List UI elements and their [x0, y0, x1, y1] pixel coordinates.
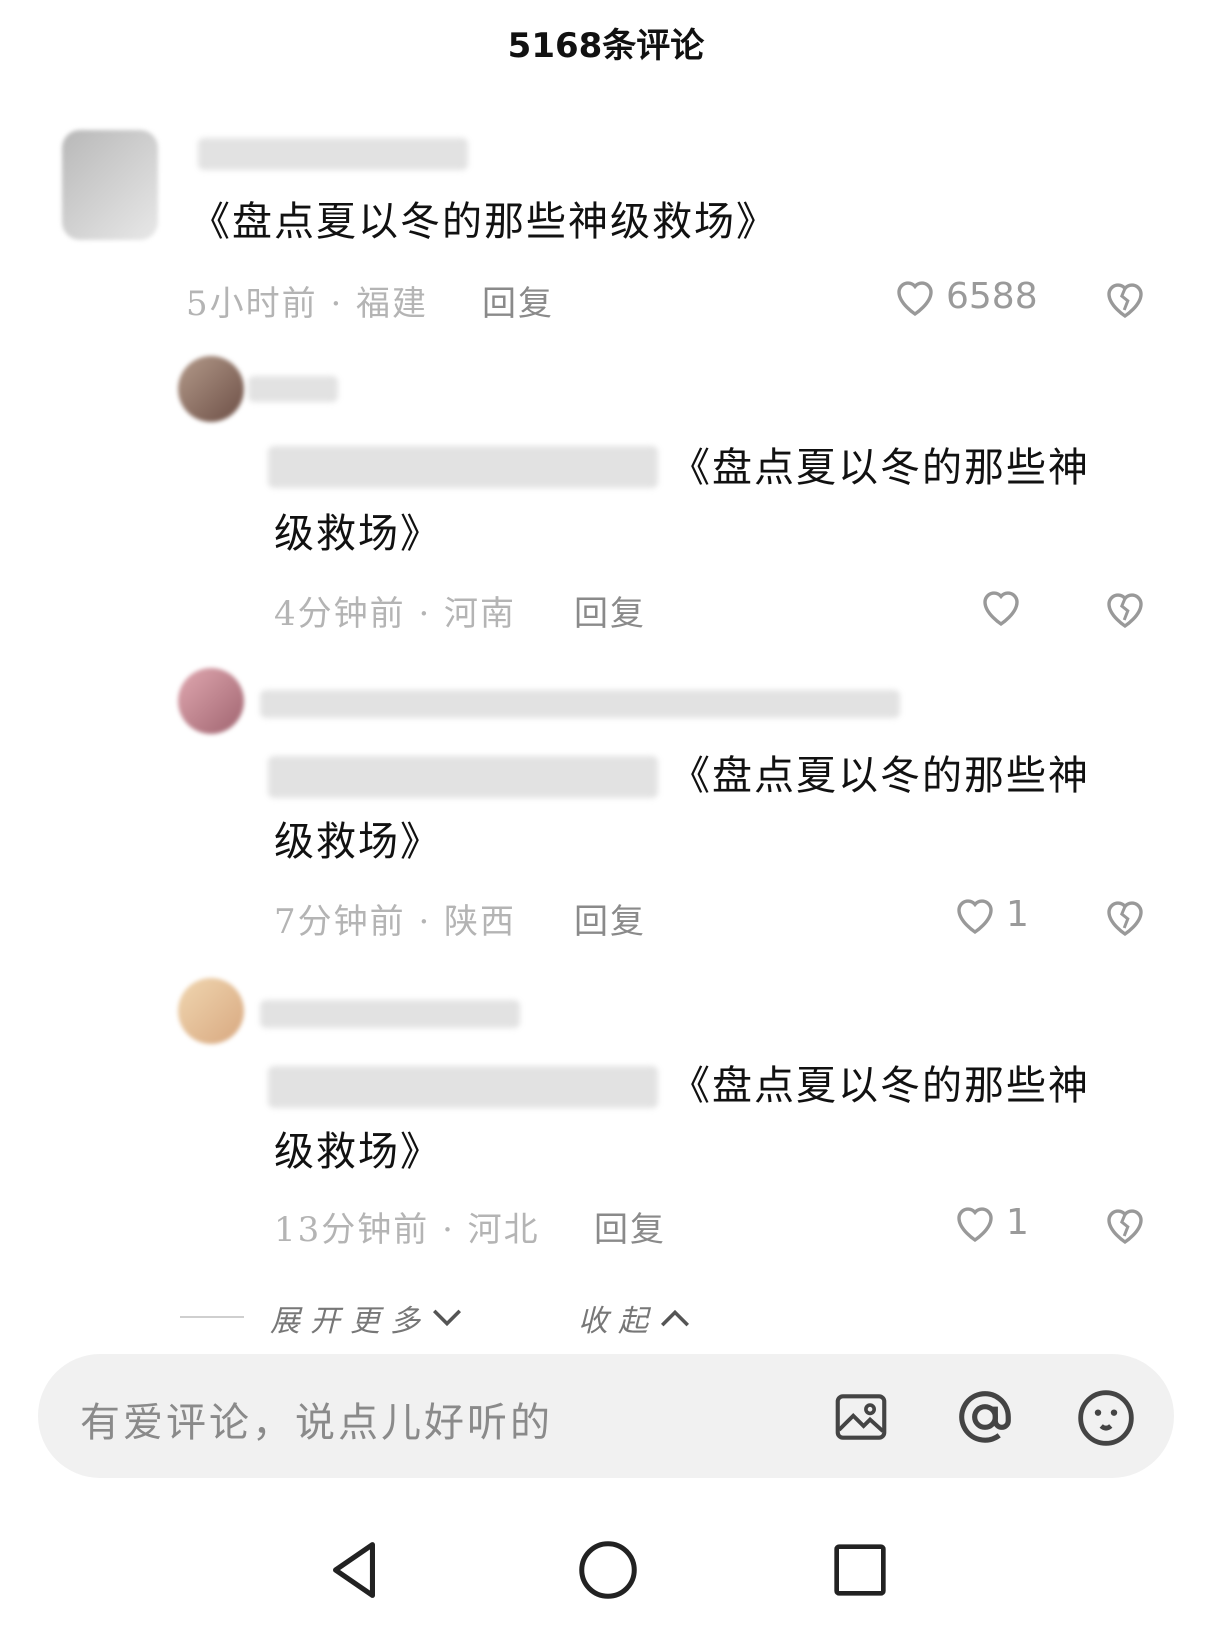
reply-button[interactable]: 回复: [482, 276, 554, 325]
like-button[interactable]: 1: [950, 890, 1029, 938]
comment-text: 《盘点夏以冬的那些神: [670, 753, 1090, 799]
mention-redacted[interactable]: [268, 446, 658, 488]
page-title: 5168条评论: [507, 26, 705, 66]
heart-outline-icon: [957, 899, 993, 935]
thread-divider: [180, 1316, 244, 1318]
reply-button[interactable]: 回复: [574, 894, 646, 943]
avatar[interactable]: [178, 356, 244, 422]
comment-text-cont: 级救场》: [274, 1129, 442, 1175]
broken-heart-icon[interactable]: [1100, 274, 1150, 322]
like-button[interactable]: 1: [950, 1198, 1029, 1246]
reply-button[interactable]: 回复: [574, 586, 646, 635]
mention-redacted[interactable]: [268, 1066, 658, 1108]
triangle-back-icon[interactable]: [326, 1540, 382, 1600]
comment-meta: 13分钟前 · 河北: [274, 1210, 540, 1250]
comment-text: 《盘点夏以冬的那些神: [670, 445, 1090, 491]
at-icon[interactable]: [954, 1386, 1016, 1448]
avatar[interactable]: [62, 130, 158, 240]
collapse-label: 收起: [578, 1304, 658, 1339]
chevron-up-icon: [660, 1309, 690, 1327]
mention-redacted[interactable]: [268, 756, 658, 798]
comment-text-cont: 级救场》: [274, 819, 442, 865]
username-redacted[interactable]: [198, 138, 468, 170]
chevron-down-icon: [432, 1309, 462, 1327]
expand-more-label: 展开更多: [270, 1304, 430, 1339]
comment-text: 《盘点夏以冬的那些神: [670, 1063, 1090, 1109]
collapse-button[interactable]: 收起: [578, 1296, 692, 1340]
square-recents-icon[interactable]: [832, 1542, 888, 1598]
comment-text: 《盘点夏以冬的那些神级救场》: [190, 199, 778, 245]
avatar[interactable]: [178, 978, 244, 1044]
like-count: 6588: [946, 275, 1038, 317]
image-icon[interactable]: [830, 1386, 892, 1448]
comment-input-bar[interactable]: 有爱评论，说点儿好听的: [38, 1354, 1174, 1478]
comment-meta: 5小时前 · 福建: [186, 284, 429, 324]
like-button[interactable]: [976, 582, 1032, 630]
comment-text-cont: 级救场》: [274, 511, 442, 557]
heart-outline-icon: [983, 591, 1019, 627]
broken-heart-icon[interactable]: [1100, 1200, 1150, 1248]
username-redacted[interactable]: [260, 1000, 520, 1028]
broken-heart-icon[interactable]: [1100, 584, 1150, 632]
like-count: 1: [1006, 893, 1029, 935]
expand-more-button[interactable]: 展开更多: [270, 1296, 464, 1340]
username-redacted[interactable]: [260, 690, 900, 718]
username-redacted[interactable]: [248, 376, 338, 402]
comment-input-placeholder[interactable]: 有爱评论，说点儿好听的: [80, 1390, 553, 1448]
comment-meta: 7分钟前 · 陕西: [274, 902, 517, 942]
heart-outline-icon: [897, 281, 933, 317]
emoji-icon[interactable]: [1074, 1386, 1138, 1450]
reply-button[interactable]: 回复: [594, 1202, 666, 1251]
comment-meta: 4分钟前 · 河南: [274, 594, 517, 634]
circle-home-icon[interactable]: [578, 1540, 638, 1600]
heart-outline-icon: [957, 1207, 993, 1243]
like-count: 1: [1006, 1201, 1029, 1243]
avatar[interactable]: [178, 668, 244, 734]
broken-heart-icon[interactable]: [1100, 892, 1150, 940]
like-button[interactable]: 6588: [890, 272, 1038, 320]
